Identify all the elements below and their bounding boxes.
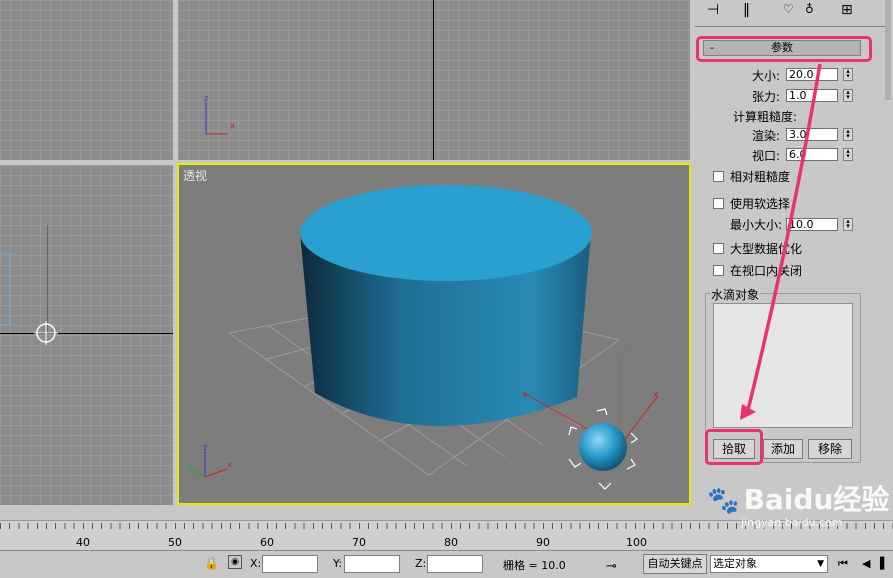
play-icon[interactable]: ▌ xyxy=(880,557,888,570)
tick-50: 50 xyxy=(168,536,182,549)
add-button[interactable]: 添加 xyxy=(763,439,803,459)
size-spinner[interactable]: ▴ ▾ xyxy=(843,68,853,81)
chevron-down-icon: ▼ xyxy=(817,559,824,569)
water-objects-label: 水滴对象 xyxy=(710,286,761,303)
relative-roughness-label: 相对粗糙度 xyxy=(730,170,791,184)
hierarchy-tab-icon[interactable]: ‖ xyxy=(743,2,750,18)
x-field[interactable] xyxy=(262,555,318,573)
water-objects-list[interactable] xyxy=(713,303,853,428)
tick-90: 90 xyxy=(536,536,550,549)
viewport-rough-spinner[interactable]: ▴ ▾ xyxy=(843,148,853,161)
min-size-spinner[interactable]: ▴ ▾ xyxy=(843,218,853,231)
selection-value: 选定对象 xyxy=(713,557,757,570)
front-axis-gizmo: z x xyxy=(204,94,235,135)
render-label: 渲染: xyxy=(752,129,781,143)
tick-80: 80 xyxy=(444,536,458,549)
viewport-rough-label: 视口: xyxy=(752,149,781,163)
auto-key-button[interactable]: 自动关键点 xyxy=(643,554,707,574)
size-label: 大小: xyxy=(752,69,781,83)
y-label: Y: xyxy=(333,557,342,570)
display-tab-icon[interactable]: ♁ xyxy=(805,2,814,16)
status-bar: 🔒 ◉ X: Y: Z: 栅格 = 10.0 ⊸ 自动关键点 选定对象 ▼ ⏮ … xyxy=(0,550,893,578)
close-in-viewport-checkbox[interactable] xyxy=(713,265,724,276)
x-label: X: xyxy=(250,557,262,570)
viewport-top[interactable] xyxy=(0,0,173,160)
large-data-checkbox[interactable] xyxy=(713,243,724,254)
z-label: Z: xyxy=(415,557,427,570)
tension-field[interactable]: 1.0 xyxy=(786,89,838,102)
render-spinner[interactable]: ▴ ▾ xyxy=(843,128,853,141)
viewport-rough-field[interactable]: 6.0 xyxy=(786,148,838,161)
z-field[interactable] xyxy=(427,555,483,573)
tick-60: 60 xyxy=(260,536,274,549)
tension-label: 张力: xyxy=(752,90,781,104)
persp-axis-gizmo: z x y xyxy=(188,443,232,478)
rollout-highlight-box xyxy=(696,36,872,62)
size-field[interactable]: 20.0 xyxy=(786,68,838,81)
watermark-url: jingyan.baidu.com xyxy=(741,516,843,529)
relative-roughness-checkbox[interactable] xyxy=(713,171,724,182)
front-center-line xyxy=(433,0,434,160)
remove-button[interactable]: 移除 xyxy=(808,439,852,459)
y-field[interactable] xyxy=(344,555,400,573)
soft-select-checkbox[interactable] xyxy=(713,198,724,209)
left-axis-line xyxy=(47,225,48,335)
prev-frame-icon[interactable]: ◀ xyxy=(862,557,870,570)
left-edge-object xyxy=(0,253,10,325)
tension-spinner[interactable]: ▴ ▾ xyxy=(843,89,853,102)
large-data-label: 大型数据优化 xyxy=(730,242,803,256)
go-to-start-icon[interactable]: ⏮ xyxy=(838,557,848,571)
key-icon[interactable]: ⊸ xyxy=(606,559,617,574)
viewport-left[interactable] xyxy=(0,165,173,505)
pick-highlight-box xyxy=(705,429,763,465)
utilities-tab-icon[interactable]: ⊞ xyxy=(841,2,853,18)
selection-dropdown[interactable]: 选定对象 ▼ xyxy=(710,555,828,573)
viewport-front[interactable]: z x xyxy=(178,0,690,160)
grid-status: 栅格 = 10.0 xyxy=(503,559,566,572)
point-helper-icon xyxy=(34,321,58,345)
close-in-viewport-label: 在视口内关闭 xyxy=(730,264,803,278)
min-size-field[interactable]: 10.0 xyxy=(786,218,838,231)
svg-text:x: x xyxy=(522,390,528,400)
svg-text:z: z xyxy=(204,94,208,103)
tick-70: 70 xyxy=(352,536,366,549)
viewport-perspective[interactable]: 透视 x x z x y xyxy=(177,163,691,505)
perspective-scene: x x xyxy=(227,185,659,490)
svg-text:z: z xyxy=(203,443,207,452)
svg-text:x: x xyxy=(653,390,659,400)
absolute-mode-icon[interactable]: ◉ xyxy=(228,555,242,569)
roughness-label: 计算粗糙度: xyxy=(733,110,798,124)
lock-icon[interactable]: 🔒 xyxy=(204,556,219,570)
tick-100: 100 xyxy=(626,536,647,549)
baidu-paw-icon: 🐾 xyxy=(707,486,740,516)
svg-text:y: y xyxy=(188,461,193,470)
watermark: 🐾 Baidu经验 jingyan.baidu.com xyxy=(707,478,889,529)
panel-scrollbar[interactable] xyxy=(885,0,891,100)
min-size-label: 最小大小: xyxy=(730,218,783,232)
left-center-line xyxy=(0,333,173,334)
modify-tab-icon[interactable]: ⊣ xyxy=(707,2,719,18)
panel-tabs: ⊣ ‖ ♡ ♁ ⊞ xyxy=(695,0,885,27)
svg-text:x: x xyxy=(227,460,232,469)
tick-40: 40 xyxy=(76,536,90,549)
svg-text:x: x xyxy=(230,121,235,130)
watermark-brand: Baidu经验 xyxy=(743,483,890,516)
render-field[interactable]: 3.0 xyxy=(786,128,838,141)
soft-select-label: 使用软选择 xyxy=(730,197,791,211)
motion-tab-icon[interactable]: ♡ xyxy=(783,2,794,16)
